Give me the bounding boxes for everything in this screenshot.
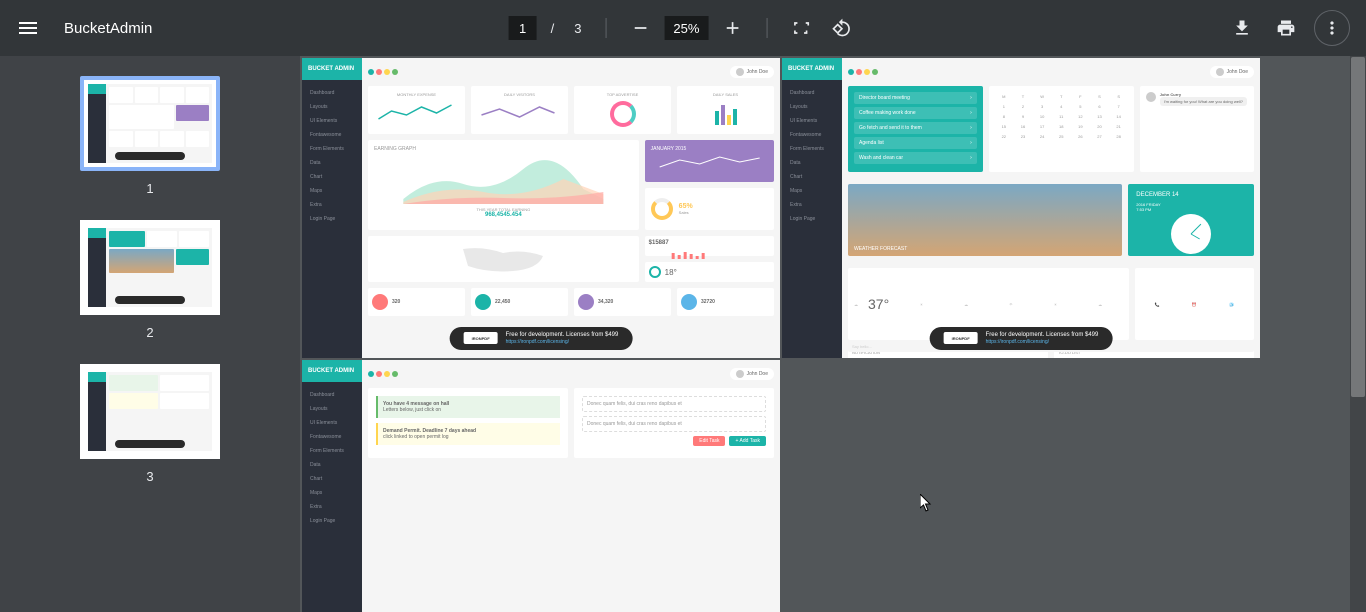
thumbnail-3[interactable] bbox=[80, 364, 220, 459]
page-1: BUCKET ADMIN Dashboard Layouts UI Elemen… bbox=[302, 58, 780, 358]
thumbnail-num-2: 2 bbox=[146, 325, 153, 340]
task-panel: Donec quam felis, dui cras reno dapibus … bbox=[574, 388, 774, 458]
fit-icon bbox=[791, 18, 811, 38]
edit-task-button: Edit Task bbox=[693, 436, 725, 446]
page-2: BUCKET ADMIN Dashboard Layouts UI Elemen… bbox=[782, 58, 1260, 358]
rotate-button[interactable] bbox=[825, 12, 857, 44]
page-separator: / bbox=[551, 21, 555, 36]
card-daily-visitors: DAILY VISITORS bbox=[471, 86, 568, 134]
card-daily-sales: DAILY SALES bbox=[677, 86, 774, 134]
thumbnail-1[interactable] bbox=[80, 76, 220, 171]
watermark-banner: IRONPDF Free for development. Licenses f… bbox=[930, 327, 1113, 350]
add-task-button: + Add Task bbox=[729, 436, 766, 446]
pages-grid: BUCKET ADMIN Dashboard Layouts UI Elemen… bbox=[302, 58, 1364, 612]
sales-widget: 65%Sales bbox=[645, 188, 774, 230]
dashboard-main: John Doe MONTHLY EXPENSE DAILY VISITORS … bbox=[362, 58, 780, 358]
map-icon bbox=[453, 241, 553, 277]
divider bbox=[605, 18, 606, 38]
scroll-thumb[interactable] bbox=[1351, 57, 1365, 397]
thumbnail-wrap-3: 3 bbox=[0, 364, 300, 484]
stat-users: 320 bbox=[368, 288, 465, 316]
thumbnail-2[interactable] bbox=[80, 220, 220, 315]
notifications-panel: You have 4 message on hall Letters below… bbox=[368, 388, 568, 458]
document-title: BucketAdmin bbox=[64, 20, 152, 37]
clock-widget: DECEMBER 14 2016 FRIDAY 7:53 PM bbox=[1128, 184, 1254, 256]
chat-widget: John CurryI'm waiting for you! What are … bbox=[1140, 86, 1254, 172]
january-widget: JANUARY 2015 bbox=[645, 140, 774, 182]
donut-icon bbox=[610, 101, 636, 127]
thumbnail-wrap-1: 1 bbox=[0, 76, 300, 196]
nav-item: Form Elements bbox=[302, 142, 362, 156]
rotate-icon bbox=[831, 18, 851, 38]
fit-page-button[interactable] bbox=[785, 12, 817, 44]
nav-item: Maps bbox=[302, 184, 362, 198]
nav-item: Extra bbox=[302, 198, 362, 212]
print-button[interactable] bbox=[1270, 12, 1302, 44]
thumbnail-wrap-2: 2 bbox=[0, 220, 300, 340]
page-input[interactable] bbox=[509, 16, 537, 40]
page-total: 3 bbox=[574, 21, 581, 36]
more-vert-icon bbox=[1322, 18, 1342, 38]
thumbnail-num-1: 1 bbox=[146, 181, 153, 196]
menu-button[interactable] bbox=[16, 16, 40, 40]
zoom-in-button[interactable] bbox=[716, 12, 748, 44]
download-button[interactable] bbox=[1226, 12, 1258, 44]
nav-item: Login Page bbox=[302, 212, 362, 226]
center-controls: / 3 bbox=[509, 12, 858, 44]
watermark-banner: IRONPDF Free for development. Licenses f… bbox=[450, 327, 633, 350]
stat-comments: 34,320 bbox=[574, 288, 671, 316]
pdf-toolbar: BucketAdmin / 3 bbox=[0, 0, 1366, 56]
zoom-input[interactable] bbox=[664, 16, 708, 40]
page-content[interactable]: BUCKET ADMIN Dashboard Layouts UI Elemen… bbox=[300, 56, 1366, 612]
minus-icon bbox=[630, 18, 650, 38]
more-button[interactable] bbox=[1314, 10, 1350, 46]
calendar-widget: MTWTFSS 1234567 891011121314 15161718192… bbox=[989, 86, 1134, 172]
nav-item: Fontawesome bbox=[302, 128, 362, 142]
brand-text: BUCKET ADMIN bbox=[308, 66, 354, 72]
divider bbox=[766, 18, 767, 38]
nav-item: Dashboard bbox=[302, 86, 362, 100]
card-top-advertise: TOP ADVERTISE bbox=[574, 86, 671, 134]
card-monthly-expense: MONTHLY EXPENSE bbox=[368, 86, 465, 134]
nav-item: Chart bbox=[302, 170, 362, 184]
zoom-out-button[interactable] bbox=[624, 12, 656, 44]
earning-graph: EARNING GRAPH THIS YEAR TOTAL EARNING 96… bbox=[368, 140, 639, 230]
stat-views: 32720 bbox=[677, 288, 774, 316]
nav-item: UI Elements bbox=[302, 114, 362, 128]
weather-hero: WEATHER FORECAST bbox=[848, 184, 1122, 256]
ironpdf-logo: IRONPDF bbox=[464, 332, 498, 344]
plus-icon bbox=[722, 18, 742, 38]
note-green: You have 4 message on hall Letters below… bbox=[376, 396, 560, 418]
todo-widget: Director board meeting› Coffee making wo… bbox=[848, 86, 983, 172]
right-controls bbox=[1226, 10, 1350, 46]
user-badge: John Doe bbox=[730, 66, 774, 78]
stat-posts: 22,450 bbox=[471, 288, 568, 316]
page-3: BUCKET ADMIN Dashboard Layouts UI Elemen… bbox=[302, 360, 780, 612]
nav-list: Dashboard Layouts UI Elements Fontawesom… bbox=[302, 80, 362, 232]
print-icon bbox=[1276, 18, 1296, 38]
nav-item: Layouts bbox=[302, 100, 362, 114]
hamburger-icon bbox=[16, 16, 40, 40]
thumbnail-sidebar[interactable]: 1 2 bbox=[0, 56, 300, 612]
nav-item: Data bbox=[302, 156, 362, 170]
dashboard-sidebar: BUCKET ADMIN Dashboard Layouts UI Elemen… bbox=[302, 58, 362, 358]
download-icon bbox=[1232, 18, 1252, 38]
thumbnail-num-3: 3 bbox=[146, 469, 153, 484]
scrollbar[interactable] bbox=[1350, 56, 1366, 612]
note-yellow: Demand Permit. Deadline 7 days ahead cli… bbox=[376, 423, 560, 445]
chat-icon bbox=[649, 266, 661, 278]
main-area: 1 2 bbox=[0, 56, 1366, 612]
